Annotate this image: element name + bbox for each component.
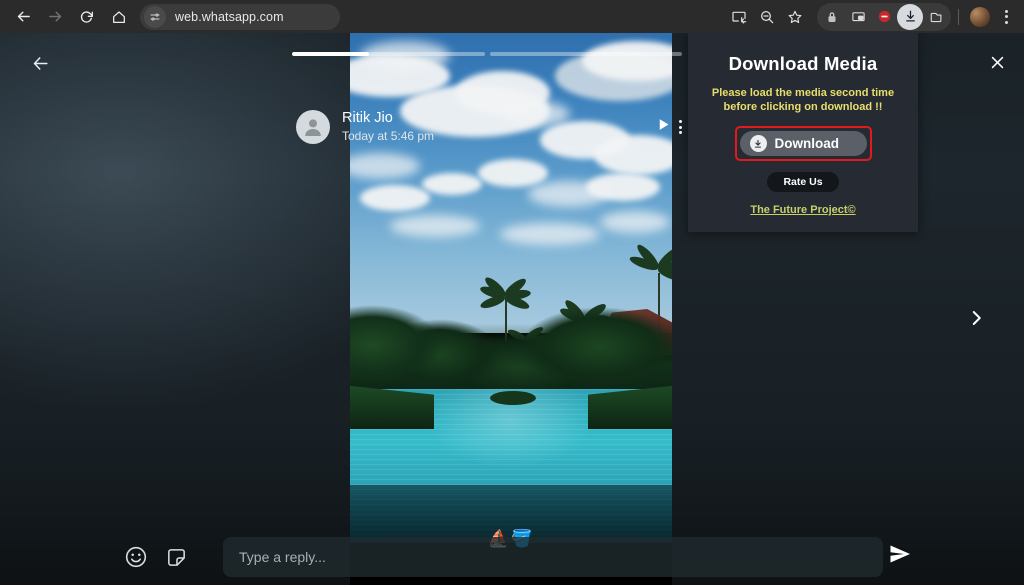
status-header: Ritik Jio Today at 5:46 pm [296,105,682,149]
tree-line [350,285,672,395]
home-button[interactable] [104,2,134,32]
future-project-link[interactable]: The Future Project© [750,204,855,216]
cast-icon[interactable] [725,3,753,31]
contact-name: Ritik Jio [342,110,393,126]
download-arrow-icon [749,135,767,152]
zoom-icon[interactable] [753,3,781,31]
tab-extension-icon[interactable] [923,4,949,30]
status-more-options-icon[interactable] [679,120,682,134]
address-bar[interactable]: web.whatsapp.com [140,3,340,30]
avatar[interactable] [970,6,990,27]
reply-icon-group [123,544,189,570]
pool-islet [490,391,536,405]
contact-avatar[interactable] [296,110,330,144]
status-progress-bars [292,52,682,56]
extensions-group [817,2,951,31]
status-progress-segment[interactable] [292,52,485,56]
status-timestamp: Today at 5:46 pm [342,129,435,143]
close-icon[interactable] [986,51,1008,73]
address-bar-url: web.whatsapp.com [175,9,284,24]
back-arrow-icon[interactable] [26,49,54,77]
browser-nav-buttons [0,2,134,32]
toolbar-divider [958,8,959,25]
back-button[interactable] [8,2,38,32]
download-button[interactable]: Download [739,131,867,156]
next-status-chevron-icon[interactable] [962,304,990,332]
reply-bar: Type a reply... [0,529,1024,585]
play-icon[interactable] [656,117,671,137]
download-panel-warning: Please load the media second time before… [711,87,895,113]
browser-right-icons [725,2,1024,31]
lock-extension-icon[interactable] [819,4,845,30]
status-progress-segment[interactable] [489,52,682,56]
download-panel-title: Download Media [728,53,878,74]
bookmark-star-icon[interactable] [781,3,809,31]
chrome-menu-icon[interactable] [994,9,1018,24]
emoji-smiley-icon[interactable] [123,544,149,570]
download-extension-icon[interactable] [897,3,923,30]
adblock-extension-icon[interactable] [871,4,897,30]
download-media-panel: Download Media Please load the media sec… [688,33,918,232]
forward-button[interactable] [40,2,70,32]
download-button-label: Download [774,136,840,151]
rate-us-label: Rate Us [783,176,823,188]
reply-input[interactable]: Type a reply... [223,537,883,577]
rate-us-button[interactable]: Rate Us [767,172,839,192]
download-button-highlight: Download [734,126,872,161]
reload-button[interactable] [72,2,102,32]
page-settings-icon[interactable] [144,5,166,28]
sticker-icon[interactable] [163,544,189,570]
contact-meta: Ritik Jio Today at 5:46 pm [342,110,656,144]
send-button[interactable] [888,542,912,571]
browser-toolbar: web.whatsapp.com [0,0,1024,33]
picture-in-picture-icon[interactable] [845,4,871,30]
